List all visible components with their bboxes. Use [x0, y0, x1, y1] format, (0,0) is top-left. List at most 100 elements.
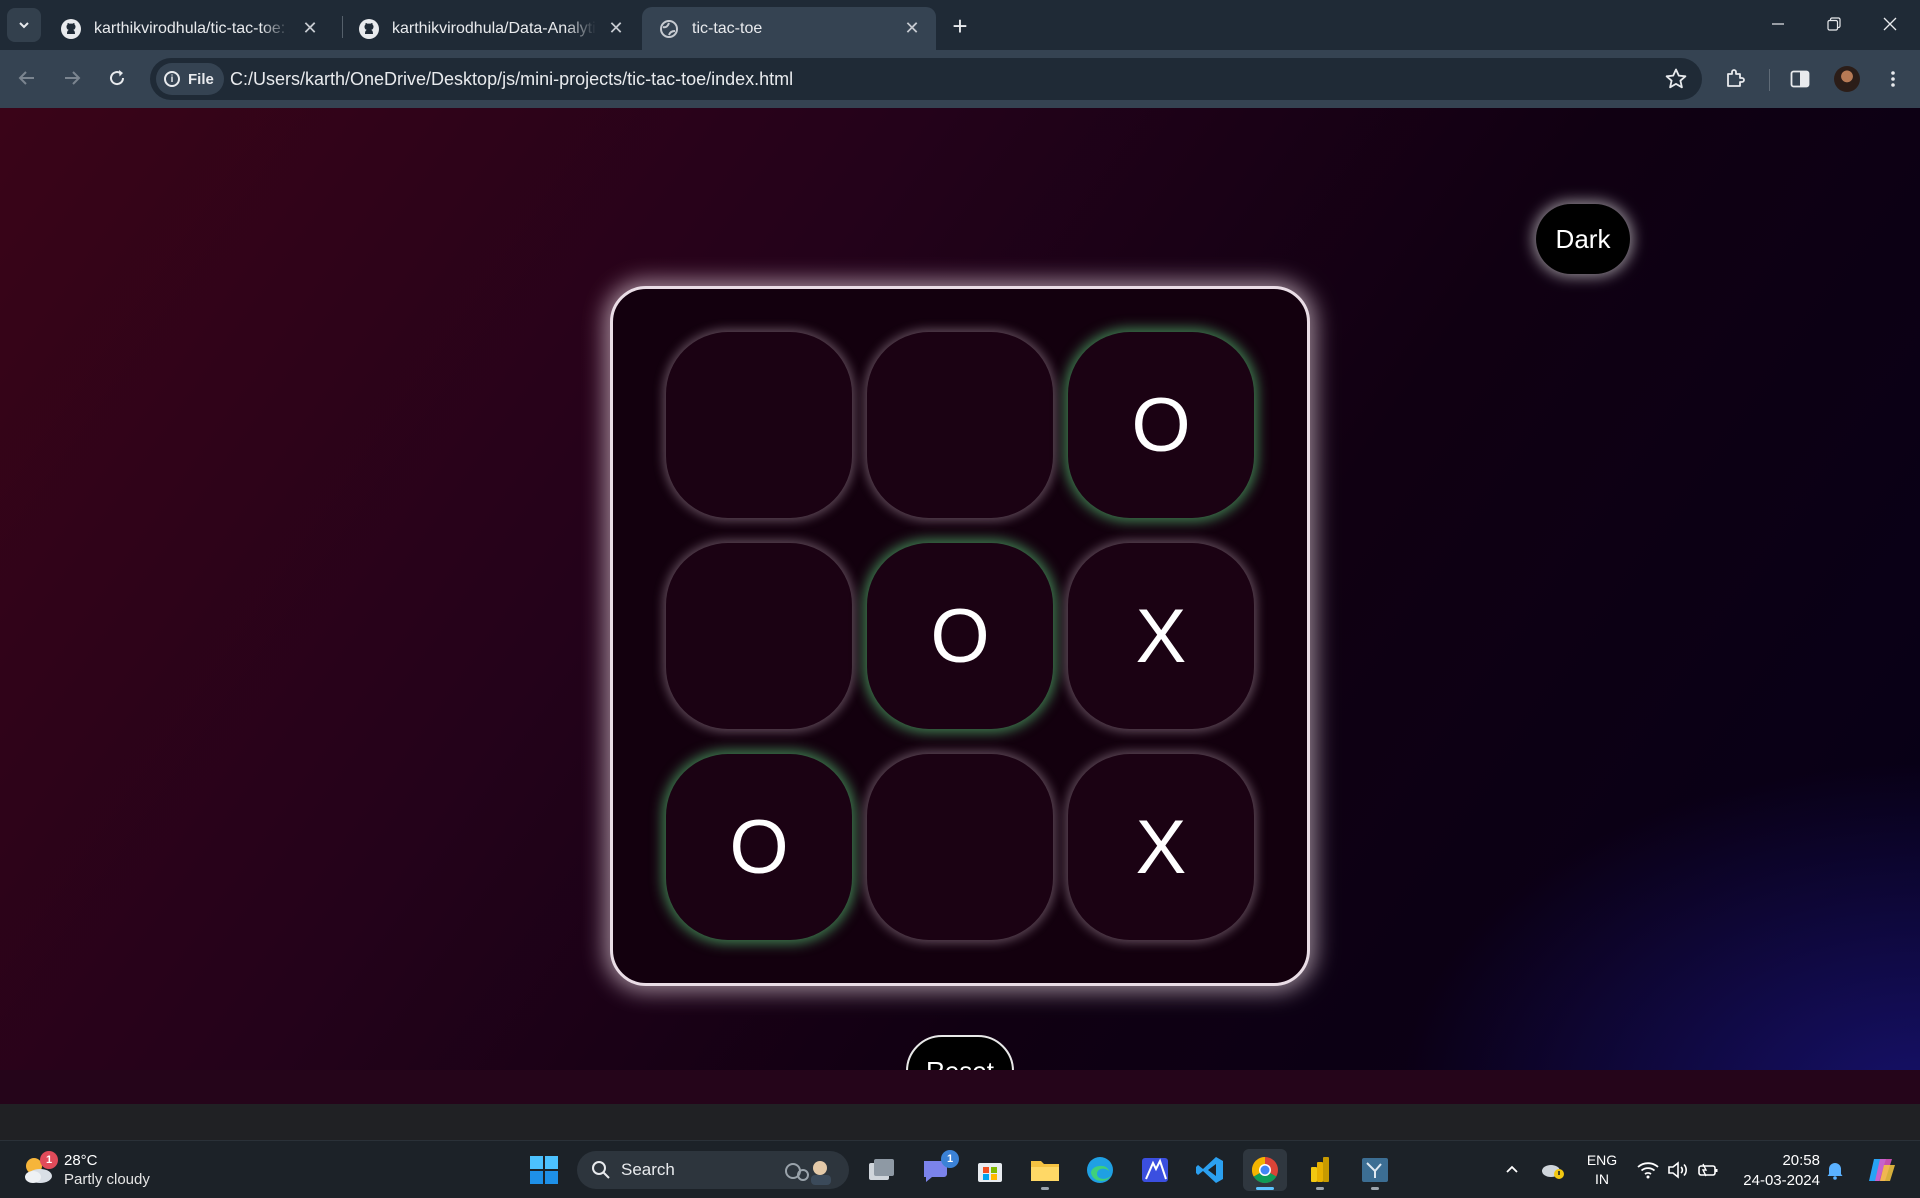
- reload-button[interactable]: [99, 60, 135, 96]
- url-text[interactable]: C:/Users/karth/OneDrive/Desktop/js/mini-…: [230, 69, 793, 90]
- chrome-button[interactable]: [1243, 1149, 1287, 1191]
- reload-icon: [110, 70, 125, 86]
- active-indicator: [1256, 1187, 1274, 1190]
- forward-button[interactable]: [54, 60, 90, 96]
- language-region: IN: [1595, 1171, 1609, 1187]
- chevron-down-icon: [19, 22, 29, 29]
- app-button[interactable]: [1353, 1149, 1397, 1191]
- search-label: Search: [621, 1160, 675, 1179]
- chat-badge: 1: [941, 1150, 959, 1168]
- globe-icon: [658, 18, 680, 40]
- back-button[interactable]: [9, 60, 45, 96]
- board-cell[interactable]: [666, 332, 852, 518]
- wifi-icon: [1637, 1162, 1659, 1179]
- tab-title: karthikvirodhula/tic-tac-toe: A r: [94, 19, 290, 37]
- search-highlight-icon: [775, 1155, 839, 1185]
- cloud-warning-icon: [1542, 1165, 1564, 1179]
- running-indicator: [1041, 1187, 1049, 1190]
- side-panel-icon[interactable]: [1783, 62, 1817, 96]
- tab-title: tic-tac-toe: [692, 19, 763, 37]
- clock[interactable]: 20:58 24-03-2024: [1736, 1151, 1820, 1191]
- minimize-button[interactable]: [1750, 0, 1806, 48]
- page-bottom-strip: [0, 1070, 1920, 1104]
- new-tab-button[interactable]: +: [945, 11, 975, 41]
- extensions-icon[interactable]: [1718, 62, 1752, 96]
- restore-button[interactable]: [1806, 0, 1862, 48]
- vscode-icon: [1196, 1157, 1223, 1183]
- arrow-left-icon: [18, 71, 34, 85]
- site-info-chip[interactable]: i File: [156, 63, 224, 95]
- github-icon: [60, 18, 82, 40]
- edge-button[interactable]: [1078, 1149, 1122, 1191]
- site-info-label: File: [188, 70, 214, 88]
- close-window-button[interactable]: [1862, 0, 1918, 48]
- task-view-icon: [869, 1159, 894, 1180]
- board-cell[interactable]: X: [1068, 543, 1254, 729]
- partly-cloudy-icon: 1: [20, 1151, 58, 1187]
- board-cell[interactable]: [666, 543, 852, 729]
- battery-status[interactable]: [1694, 1141, 1722, 1198]
- app-button[interactable]: [1133, 1149, 1177, 1191]
- chrome-icon: [1251, 1156, 1278, 1184]
- file-explorer-button[interactable]: [1023, 1149, 1067, 1191]
- app-icon: [1142, 1158, 1168, 1182]
- onedrive-status[interactable]: [1538, 1141, 1568, 1198]
- bell-icon: [1827, 1163, 1843, 1180]
- page-viewport: Dark O O X O X Reset: [0, 108, 1920, 1104]
- board-cell[interactable]: X: [1068, 754, 1254, 940]
- github-icon: [358, 18, 380, 40]
- close-icon[interactable]: ✕: [300, 18, 320, 39]
- tab-bar: karthikvirodhula/tic-tac-toe: A r ✕ kart…: [0, 0, 1920, 50]
- folder-icon: [1031, 1161, 1059, 1181]
- copilot-button[interactable]: [1862, 1141, 1902, 1198]
- notifications-button[interactable]: [1822, 1141, 1848, 1198]
- toolbar-divider: [1769, 69, 1770, 91]
- speaker-icon: [1668, 1161, 1687, 1179]
- tab-github-tic-tac-toe[interactable]: karthikvirodhula/tic-tac-toe: A r ✕: [44, 7, 334, 50]
- running-indicator: [1371, 1187, 1379, 1190]
- address-bar[interactable]: i File C:/Users/karth/OneDrive/Desktop/j…: [150, 58, 1702, 100]
- copilot-icon: [1869, 1159, 1895, 1181]
- vscode-button[interactable]: [1188, 1149, 1232, 1191]
- teams-chat-button[interactable]: 1: [913, 1149, 959, 1191]
- browser-toolbar: i File C:/Users/karth/OneDrive/Desktop/j…: [0, 50, 1920, 108]
- board-cell[interactable]: O: [666, 754, 852, 940]
- weather-temp: 28°C: [64, 1152, 98, 1169]
- board-cell[interactable]: [867, 332, 1053, 518]
- weather-badge: 1: [40, 1151, 58, 1169]
- board-cell[interactable]: [867, 754, 1053, 940]
- start-button[interactable]: [522, 1149, 566, 1191]
- volume-status[interactable]: [1664, 1141, 1692, 1198]
- game-board: O O X O X: [610, 286, 1310, 986]
- battery-icon: [1698, 1163, 1718, 1177]
- profile-avatar[interactable]: [1830, 62, 1864, 96]
- info-icon: i: [164, 71, 180, 87]
- close-icon[interactable]: ✕: [902, 18, 922, 39]
- clock-time: 20:58: [1782, 1152, 1820, 1169]
- board-cell[interactable]: O: [1068, 332, 1254, 518]
- app-icon: [1362, 1158, 1388, 1182]
- show-hidden-icons[interactable]: [1498, 1141, 1526, 1198]
- chevron-up-icon: [1506, 1165, 1518, 1173]
- store-button[interactable]: [968, 1149, 1012, 1191]
- weather-condition: Partly cloudy: [64, 1171, 150, 1188]
- bookmark-star-icon[interactable]: [1664, 67, 1688, 96]
- weather-widget[interactable]: 1 28°C Partly cloudy: [20, 1149, 150, 1191]
- task-view-button[interactable]: [859, 1149, 903, 1191]
- board-cell[interactable]: O: [867, 543, 1053, 729]
- tab-github-data-analytics[interactable]: karthikvirodhula/Data-Analytics ✕: [342, 7, 640, 50]
- tab-tic-tac-toe[interactable]: tic-tac-toe ✕: [642, 7, 936, 50]
- language-code: ENG: [1586, 1152, 1618, 1168]
- close-icon: [1883, 17, 1897, 31]
- taskbar: 1 28°C Partly cloudy Search 1 ENG IN 20:…: [0, 1140, 1920, 1198]
- taskbar-search[interactable]: Search: [577, 1151, 849, 1189]
- close-icon[interactable]: ✕: [606, 18, 626, 39]
- wifi-status[interactable]: [1634, 1141, 1662, 1198]
- tab-title: karthikvirodhula/Data-Analytics: [392, 19, 596, 37]
- tab-search-button[interactable]: [7, 8, 41, 42]
- edge-icon: [1087, 1157, 1113, 1183]
- power-bi-button[interactable]: [1298, 1149, 1342, 1191]
- theme-toggle-button[interactable]: Dark: [1536, 204, 1630, 274]
- input-language[interactable]: ENG IN: [1582, 1151, 1622, 1189]
- menu-icon[interactable]: [1876, 62, 1910, 96]
